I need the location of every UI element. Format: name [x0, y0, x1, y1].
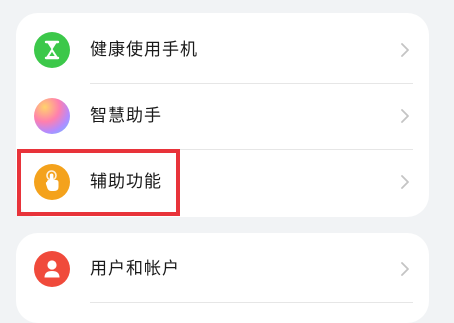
chevron-right-icon — [401, 175, 409, 189]
hand-touch-icon — [34, 164, 70, 200]
chevron-right-icon — [401, 262, 409, 276]
settings-item-smart-assistant[interactable]: 智慧助手 — [16, 83, 429, 149]
settings-item-label: 健康使用手机 — [90, 40, 198, 60]
chevron-right-icon — [401, 109, 409, 123]
hourglass-icon — [34, 32, 70, 68]
assistant-orb-icon — [34, 98, 70, 134]
settings-item-label: 辅助功能 — [90, 172, 162, 192]
settings-item-accessibility[interactable]: 辅助功能 — [16, 149, 429, 215]
user-icon — [34, 251, 70, 287]
settings-item-users-accounts[interactable]: 用户和帐户 — [16, 236, 429, 302]
chevron-right-icon — [401, 43, 409, 57]
divider — [90, 302, 413, 303]
settings-item-label: 用户和帐户 — [90, 259, 180, 279]
settings-group-1: 健康使用手机 智慧助手 辅助功能 — [16, 13, 429, 217]
settings-item-health-usage[interactable]: 健康使用手机 — [16, 17, 429, 83]
settings-group-2: 用户和帐户 — [16, 233, 429, 323]
settings-item-label: 智慧助手 — [90, 106, 162, 126]
